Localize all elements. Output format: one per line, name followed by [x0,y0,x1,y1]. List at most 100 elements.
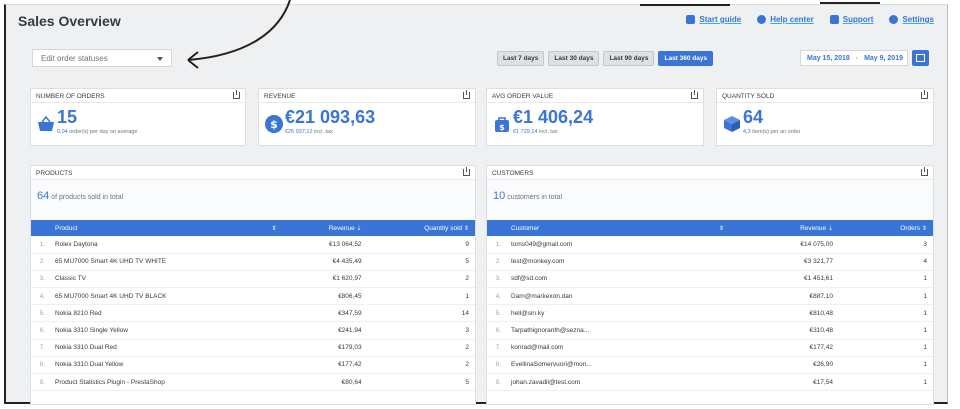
row-revenue: €13 064,52 [282,236,368,254]
page-title: Sales Overview [18,13,121,29]
date-to: May 9, 2019 [864,55,903,62]
range-90-days-button[interactable]: Last 90 days [603,51,655,66]
calendar-button[interactable] [912,50,929,66]
decor-line [820,2,880,4]
table-row[interactable]: 5. hell@sin.ky €810,48 1 [487,304,933,323]
table-row[interactable]: 4. Dam@markexon.dan €887,10 1 [487,287,933,306]
row-quantity: 1 [367,287,475,306]
col-quantity[interactable]: Quantity sold ⇕ [368,220,475,236]
row-index: 6. [487,321,505,340]
row-revenue: €179,03 [282,339,368,357]
table-row[interactable]: 8. Nokia 3310 Dual Yellow €177,42 2 [31,356,475,375]
row-revenue: €80,64 [282,373,368,392]
range-30-days-button[interactable]: Last 30 days [548,51,600,66]
download-icon[interactable] [691,90,698,99]
col-customer[interactable]: Customer ⇕ [505,220,730,236]
row-revenue: €4 435,49 [282,253,368,271]
download-icon[interactable] [233,90,240,99]
table-row[interactable]: 8. EvellinaSomervuori@mon... €26,90 1 [487,356,933,375]
col-revenue[interactable]: Revenue ⇣ [283,220,368,236]
customers-title: CUSTOMERS [492,170,534,177]
row-quantity: 2 [367,339,475,357]
table-row[interactable]: 3. Classic TV €1 620,97 2 [31,270,475,289]
sort-icon[interactable]: ⇕ [464,226,469,232]
kpi-sub-value: 0,04 [57,129,68,135]
row-name: EvellinaSomervuori@mon... [505,356,731,375]
customers-count: 10 [493,190,506,202]
row-quantity: 14 [367,304,475,323]
download-icon[interactable] [463,167,470,176]
table-row[interactable]: 4. 65 MU7000 Smart 4K UHD TV BLACK €806,45… [31,287,475,306]
products-count: 64 [37,190,50,202]
sort-icon[interactable]: ⇕ [272,225,277,232]
row-index: 9. [31,373,49,392]
row-quantity: 3 [838,236,933,254]
row-quantity: 4 [838,253,933,271]
row-name: test@monkey.com [505,253,731,271]
start-guide-link[interactable]: Start guide [686,15,741,24]
calendar-icon [916,54,925,62]
row-revenue: €3 321,77 [730,253,839,271]
decor-line [640,4,730,6]
svg-text:$: $ [499,123,505,132]
row-index: 8. [31,356,49,375]
download-icon[interactable] [463,90,470,99]
support-link[interactable]: Support [829,15,873,24]
kpi-sub-value: 4,3 [743,129,751,135]
row-revenue: €14 075,00 [730,236,839,254]
row-index: 4. [31,287,49,306]
kpi-value: €1 406,24 [513,107,594,127]
kpi-card-orders: NUMBER OF ORDERS 15 0,04 order(s) per da… [30,88,246,146]
row-revenue: €887,10 [730,287,839,306]
table-row[interactable]: 9. Product Statistics Plugin - PrestaShop… [31,373,475,392]
sort-icon[interactable]: ⇕ [719,225,724,232]
kpi-card-quantity: QUANTITY SOLD 64 4,3 item(s) per an orde… [716,88,934,146]
order-status-select[interactable]: Edit order statuses [32,49,172,67]
download-icon[interactable] [921,90,928,99]
range-360-days-button[interactable]: Last 360 days [658,51,714,66]
row-name: Product Statistics Plugin - PrestaShop [49,373,283,392]
col-product[interactable]: Product ⇕ [49,220,283,236]
row-index: 9. [487,373,505,392]
sort-icon[interactable]: ⇣ [828,226,833,232]
table-row[interactable]: 6. Nokia 3310 Single Yellow €241,94 3 [31,321,475,340]
kpi-label: REVENUE [264,93,296,100]
top-links: Start guide Help center Support Settings [686,15,934,24]
kpi-card-avg-order: AVG ORDER VALUE $ €1 406,24 €1 729,14 in… [486,88,704,146]
download-icon[interactable] [921,167,928,176]
table-row[interactable]: 9. johan.zavadil@test.com €17,54 1 [487,373,933,392]
customers-panel: CUSTOMERS 10 customers in total Customer… [486,165,934,405]
row-quantity: 1 [838,339,933,357]
table-row[interactable]: 2. 65 MU7000 Smart 4K UHD TV WHITE €4 435,… [31,253,475,271]
row-name: Nokia 8210 Red [49,304,283,323]
row-name: Nokia 3310 Single Yellow [49,321,283,340]
date-range-input[interactable]: May 15, 2018 - May 9, 2019 [800,50,908,66]
range-7-days-button[interactable]: Last 7 days [497,51,545,66]
row-quantity: 5 [367,373,475,392]
sort-icon[interactable]: ⇕ [922,226,927,232]
table-row[interactable]: 2. test@monkey.com €3 321,77 4 [487,253,933,271]
table-row[interactable]: 7. Nokia 3310 Dual Red €179,03 2 [31,339,475,357]
arrow-annotation [187,0,291,69]
table-row[interactable]: 1. Rolex Daytona €13 064,52 9 [31,236,475,254]
row-name: Tarpathignoranth@sezna... [505,321,731,340]
table-row[interactable]: 6. Tarpathignoranth@sezna... €310,48 1 [487,321,933,340]
kpi-sub-value: €25 937,12 [285,129,313,135]
table-row[interactable]: 7. konrad@mail.com €177,42 1 [487,339,933,357]
col-orders[interactable]: Orders ⇕ [839,220,933,236]
table-row[interactable]: 1. toms049@gmail.com €14 075,00 3 [487,236,933,254]
table-row[interactable]: 3. sdf@sd.com €1 451,61 1 [487,270,933,289]
sort-icon[interactable]: ⇣ [357,226,362,232]
row-quantity: 1 [838,270,933,289]
row-quantity: 1 [838,304,933,323]
kpi-sub-text: order(s) per day on average [69,129,138,135]
chevron-down-icon [157,57,163,61]
settings-link[interactable]: Settings [889,15,934,24]
row-quantity: 2 [367,356,475,375]
table-row[interactable]: 5. Nokia 8210 Red €347,59 14 [31,304,475,323]
row-name: sdf@sd.com [505,270,731,289]
box-icon [724,116,740,132]
row-name: konrad@mail.com [505,339,731,357]
col-cust-revenue[interactable]: Revenue ⇣ [730,220,839,236]
help-center-link[interactable]: Help center [757,15,814,24]
